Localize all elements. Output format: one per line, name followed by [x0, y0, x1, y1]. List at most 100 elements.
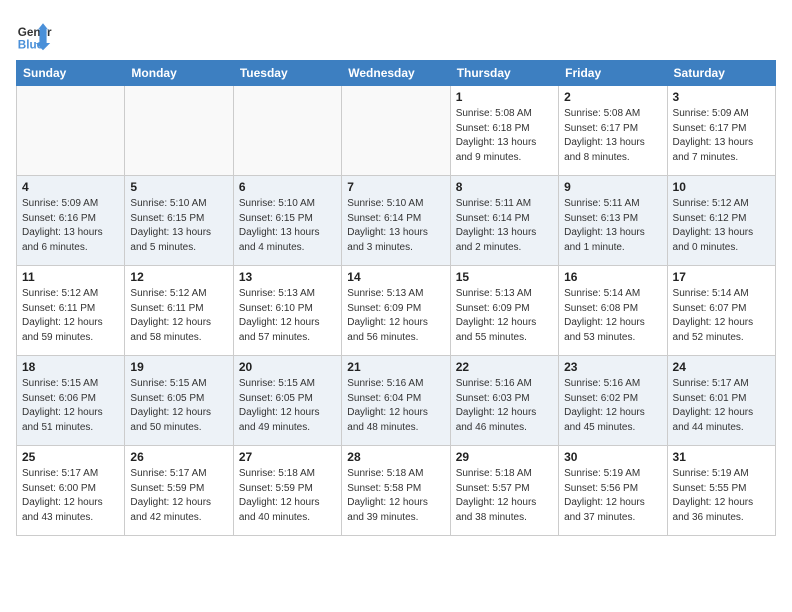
day-number: 19	[130, 360, 227, 374]
calendar-cell: 20 Sunrise: 5:15 AM Sunset: 6:05 PM Dayli…	[233, 356, 341, 446]
calendar-cell: 12Sunrise: 5:12 AM Sunset: 6:11 PM Dayli…	[125, 266, 233, 356]
day-number: 16	[564, 270, 661, 284]
day-info: Sunrise: 5:14 AM Sunset: 6:07 PM Dayligh…	[673, 287, 770, 345]
calendar-cell: 2 Sunrise: 5:08 AM Sunset: 6:17 PM Daylig…	[559, 86, 667, 176]
day-number: 15	[456, 270, 553, 284]
col-header-wednesday: Wednesday	[342, 61, 450, 86]
week-row-4: 18 Sunrise: 5:15 AM Sunset: 6:06 PM Dayli…	[17, 356, 776, 446]
day-info: Sunrise: 5:09 AM Sunset: 6:16 PM Dayligh…	[22, 197, 119, 255]
day-number: 20	[239, 360, 336, 374]
header: General Blue	[16, 16, 776, 52]
day-info: Sunrise: 5:16 AM Sunset: 6:02 PM Dayligh…	[564, 377, 661, 435]
week-row-2: 4 Sunrise: 5:09 AM Sunset: 6:16 PM Daylig…	[17, 176, 776, 266]
day-number: 25	[22, 450, 119, 464]
calendar: SundayMondayTuesdayWednesdayThursdayFrid…	[16, 60, 776, 536]
day-number: 18	[22, 360, 119, 374]
day-number: 17	[673, 270, 770, 284]
day-info: Sunrise: 5:09 AM Sunset: 6:17 PM Dayligh…	[673, 107, 770, 165]
week-row-1: 1Sunrise: 5:08 AM Sunset: 6:18 PM Daylig…	[17, 86, 776, 176]
logo: General Blue	[16, 16, 52, 52]
calendar-cell	[233, 86, 341, 176]
calendar-cell: 21 Sunrise: 5:16 AM Sunset: 6:04 PM Dayli…	[342, 356, 450, 446]
calendar-cell: 18 Sunrise: 5:15 AM Sunset: 6:06 PM Dayli…	[17, 356, 125, 446]
day-info: Sunrise: 5:17 AM Sunset: 6:01 PM Dayligh…	[673, 377, 770, 435]
day-info: Sunrise: 5:17 AM Sunset: 5:59 PM Dayligh…	[130, 467, 227, 525]
day-number: 4	[22, 180, 119, 194]
col-header-saturday: Saturday	[667, 61, 775, 86]
calendar-cell: 30Sunrise: 5:19 AM Sunset: 5:56 PM Dayli…	[559, 446, 667, 536]
calendar-cell: 25 Sunrise: 5:17 AM Sunset: 6:00 PM Dayli…	[17, 446, 125, 536]
svg-text:General: General	[18, 26, 52, 39]
day-number: 8	[456, 180, 553, 194]
col-header-sunday: Sunday	[17, 61, 125, 86]
calendar-cell: 28 Sunrise: 5:18 AM Sunset: 5:58 PM Dayli…	[342, 446, 450, 536]
day-number: 14	[347, 270, 444, 284]
calendar-cell: 16 Sunrise: 5:14 AM Sunset: 6:08 PM Dayli…	[559, 266, 667, 356]
day-info: Sunrise: 5:10 AM Sunset: 6:15 PM Dayligh…	[130, 197, 227, 255]
calendar-cell	[125, 86, 233, 176]
day-number: 22	[456, 360, 553, 374]
day-info: Sunrise: 5:08 AM Sunset: 6:17 PM Dayligh…	[564, 107, 661, 165]
day-info: Sunrise: 5:16 AM Sunset: 6:04 PM Dayligh…	[347, 377, 444, 435]
day-info: Sunrise: 5:08 AM Sunset: 6:18 PM Dayligh…	[456, 107, 553, 165]
day-number: 23	[564, 360, 661, 374]
day-number: 11	[22, 270, 119, 284]
calendar-cell: 29 Sunrise: 5:18 AM Sunset: 5:57 PM Dayli…	[450, 446, 558, 536]
day-info: Sunrise: 5:19 AM Sunset: 5:55 PM Dayligh…	[673, 467, 770, 525]
calendar-cell: 4 Sunrise: 5:09 AM Sunset: 6:16 PM Daylig…	[17, 176, 125, 266]
calendar-cell: 27 Sunrise: 5:18 AM Sunset: 5:59 PM Dayli…	[233, 446, 341, 536]
calendar-cell: 23 Sunrise: 5:16 AM Sunset: 6:02 PM Dayli…	[559, 356, 667, 446]
day-info: Sunrise: 5:13 AM Sunset: 6:09 PM Dayligh…	[347, 287, 444, 345]
day-info: Sunrise: 5:10 AM Sunset: 6:15 PM Dayligh…	[239, 197, 336, 255]
col-header-monday: Monday	[125, 61, 233, 86]
day-info: Sunrise: 5:15 AM Sunset: 6:06 PM Dayligh…	[22, 377, 119, 435]
day-number: 3	[673, 90, 770, 104]
day-info: Sunrise: 5:18 AM Sunset: 5:58 PM Dayligh…	[347, 467, 444, 525]
calendar-cell: 26 Sunrise: 5:17 AM Sunset: 5:59 PM Dayli…	[125, 446, 233, 536]
day-info: Sunrise: 5:12 AM Sunset: 6:11 PM Dayligh…	[22, 287, 119, 345]
calendar-cell: 19 Sunrise: 5:15 AM Sunset: 6:05 PM Dayli…	[125, 356, 233, 446]
day-info: Sunrise: 5:15 AM Sunset: 6:05 PM Dayligh…	[239, 377, 336, 435]
day-number: 2	[564, 90, 661, 104]
day-info: Sunrise: 5:17 AM Sunset: 6:00 PM Dayligh…	[22, 467, 119, 525]
calendar-cell: 14 Sunrise: 5:13 AM Sunset: 6:09 PM Dayli…	[342, 266, 450, 356]
day-number: 24	[673, 360, 770, 374]
day-number: 26	[130, 450, 227, 464]
day-info: Sunrise: 5:18 AM Sunset: 5:57 PM Dayligh…	[456, 467, 553, 525]
day-number: 10	[673, 180, 770, 194]
day-info: Sunrise: 5:14 AM Sunset: 6:08 PM Dayligh…	[564, 287, 661, 345]
calendar-cell: 5 Sunrise: 5:10 AM Sunset: 6:15 PM Daylig…	[125, 176, 233, 266]
calendar-cell: 11 Sunrise: 5:12 AM Sunset: 6:11 PM Dayli…	[17, 266, 125, 356]
day-info: Sunrise: 5:10 AM Sunset: 6:14 PM Dayligh…	[347, 197, 444, 255]
day-number: 21	[347, 360, 444, 374]
calendar-cell: 6 Sunrise: 5:10 AM Sunset: 6:15 PM Daylig…	[233, 176, 341, 266]
day-number: 12	[130, 270, 227, 284]
day-info: Sunrise: 5:16 AM Sunset: 6:03 PM Dayligh…	[456, 377, 553, 435]
calendar-cell: 13Sunrise: 5:13 AM Sunset: 6:10 PM Dayli…	[233, 266, 341, 356]
logo-icon: General Blue	[16, 16, 52, 52]
day-info: Sunrise: 5:13 AM Sunset: 6:10 PM Dayligh…	[239, 287, 336, 345]
day-number: 29	[456, 450, 553, 464]
day-number: 6	[239, 180, 336, 194]
day-number: 30	[564, 450, 661, 464]
calendar-cell	[342, 86, 450, 176]
day-number: 31	[673, 450, 770, 464]
calendar-cell: 15 Sunrise: 5:13 AM Sunset: 6:09 PM Dayli…	[450, 266, 558, 356]
calendar-cell: 17 Sunrise: 5:14 AM Sunset: 6:07 PM Dayli…	[667, 266, 775, 356]
col-header-friday: Friday	[559, 61, 667, 86]
calendar-cell: 24 Sunrise: 5:17 AM Sunset: 6:01 PM Dayli…	[667, 356, 775, 446]
day-number: 28	[347, 450, 444, 464]
calendar-cell: 10 Sunrise: 5:12 AM Sunset: 6:12 PM Dayli…	[667, 176, 775, 266]
day-info: Sunrise: 5:18 AM Sunset: 5:59 PM Dayligh…	[239, 467, 336, 525]
day-info: Sunrise: 5:12 AM Sunset: 6:12 PM Dayligh…	[673, 197, 770, 255]
calendar-cell: 3 Sunrise: 5:09 AM Sunset: 6:17 PM Daylig…	[667, 86, 775, 176]
calendar-cell: 22 Sunrise: 5:16 AM Sunset: 6:03 PM Dayli…	[450, 356, 558, 446]
day-info: Sunrise: 5:13 AM Sunset: 6:09 PM Dayligh…	[456, 287, 553, 345]
day-number: 5	[130, 180, 227, 194]
col-header-thursday: Thursday	[450, 61, 558, 86]
calendar-cell: 31 Sunrise: 5:19 AM Sunset: 5:55 PM Dayli…	[667, 446, 775, 536]
day-number: 27	[239, 450, 336, 464]
col-header-tuesday: Tuesday	[233, 61, 341, 86]
week-row-5: 25 Sunrise: 5:17 AM Sunset: 6:00 PM Dayli…	[17, 446, 776, 536]
day-info: Sunrise: 5:15 AM Sunset: 6:05 PM Dayligh…	[130, 377, 227, 435]
